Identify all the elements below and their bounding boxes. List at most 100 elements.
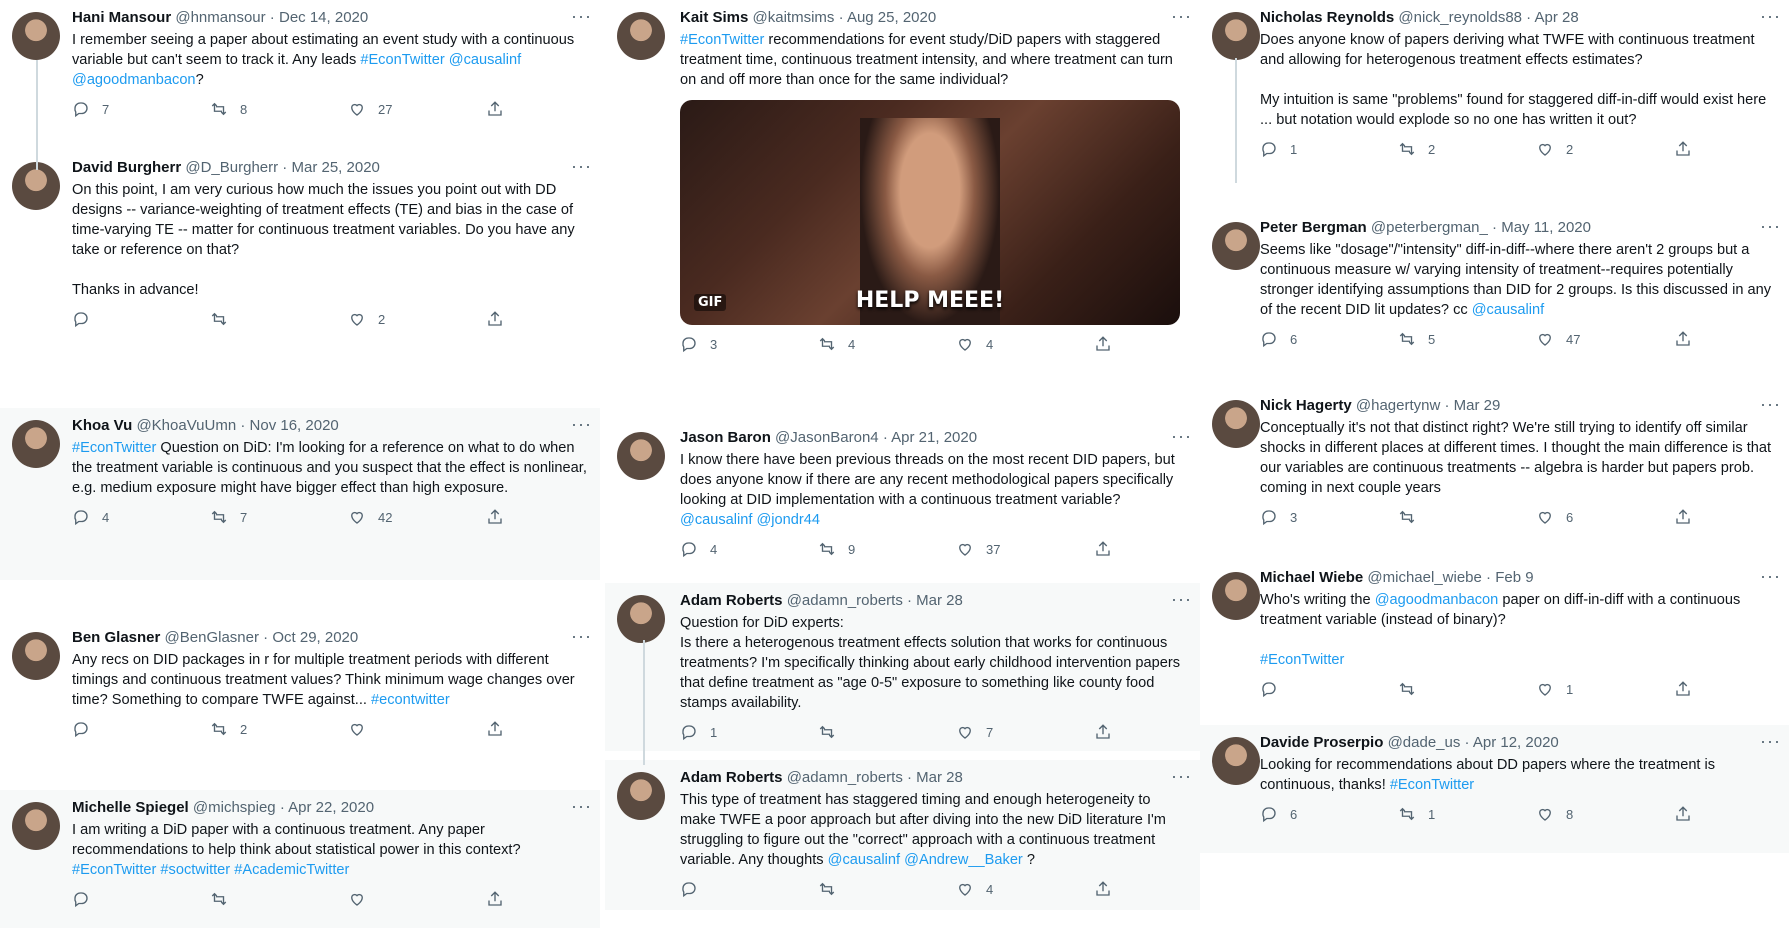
author-handle[interactable]: @michael_wiebe	[1367, 569, 1481, 586]
tweet-date[interactable]: Mar 25, 2020	[291, 159, 379, 176]
tweet-card[interactable]: Michael Wiebe @michael_wiebe · Feb 9 ··· W…	[1200, 560, 1789, 720]
author-name[interactable]: Nicholas Reynolds	[1260, 9, 1394, 26]
author-handle[interactable]: @JasonBaron4	[775, 429, 879, 446]
tweet-link[interactable]: @causalinf	[1472, 302, 1544, 318]
author-handle[interactable]: @peterbergman_	[1371, 219, 1488, 236]
share-button[interactable]	[1674, 140, 1704, 158]
author-name[interactable]: Nick Hagerty	[1260, 397, 1352, 414]
like-button[interactable]: 47	[1536, 330, 1674, 348]
like-button[interactable]	[348, 720, 486, 738]
like-button[interactable]: 7	[956, 723, 1094, 741]
avatar[interactable]	[12, 632, 60, 680]
avatar[interactable]	[617, 432, 665, 480]
avatar[interactable]	[12, 802, 60, 850]
tweet-date[interactable]: May 11, 2020	[1501, 219, 1591, 236]
more-icon[interactable]: ···	[1760, 6, 1781, 27]
like-button[interactable]: 2	[348, 310, 486, 328]
author-name[interactable]: Michael Wiebe	[1260, 569, 1363, 586]
retweet-button[interactable]	[818, 723, 956, 741]
tweet-date[interactable]: Apr 22, 2020	[288, 799, 374, 816]
like-button[interactable]: 2	[1536, 140, 1674, 158]
more-icon[interactable]: ···	[1760, 731, 1781, 752]
tweet-link[interactable]: #EconTwitter #soctwitter #AcademicTwitte…	[72, 862, 349, 878]
avatar[interactable]	[1212, 400, 1260, 448]
retweet-button[interactable]	[210, 890, 348, 908]
more-icon[interactable]: ···	[571, 6, 592, 27]
tweet-date[interactable]: Mar 28	[916, 592, 963, 609]
author-handle[interactable]: @michspieg	[193, 799, 276, 816]
tweet-date[interactable]: Apr 21, 2020	[891, 429, 977, 446]
avatar[interactable]	[617, 595, 665, 643]
reply-button[interactable]	[72, 890, 210, 908]
reply-button[interactable]: 3	[1260, 508, 1398, 526]
like-button[interactable]	[348, 890, 486, 908]
share-button[interactable]	[1094, 335, 1124, 353]
author-name[interactable]: Adam Roberts	[680, 592, 783, 609]
tweet-card[interactable]: Jason Baron @JasonBaron4 · Apr 21, 2020 ·…	[605, 420, 1200, 570]
retweet-button[interactable]: 4	[818, 335, 956, 353]
author-name[interactable]: Peter Bergman	[1260, 219, 1367, 236]
like-button[interactable]: 4	[956, 335, 1094, 353]
reply-button[interactable]	[1260, 680, 1398, 698]
tweet-card[interactable]: Khoa Vu @KhoaVuUmn · Nov 16, 2020 ··· #Eco…	[0, 408, 600, 580]
tweet-date[interactable]: Nov 16, 2020	[250, 417, 339, 434]
author-name[interactable]: Michelle Spiegel	[72, 799, 189, 816]
avatar[interactable]	[617, 772, 665, 820]
tweet-date[interactable]: Aug 25, 2020	[847, 9, 936, 26]
share-button[interactable]	[1674, 508, 1704, 526]
retweet-button[interactable]	[1398, 680, 1536, 698]
tweet-card[interactable]: Michelle Spiegel @michspieg · Apr 22, 20…	[0, 790, 600, 928]
author-handle[interactable]: @adamn_roberts	[787, 769, 903, 786]
retweet-button[interactable]	[210, 310, 348, 328]
like-button[interactable]: 27	[348, 100, 486, 118]
tweet-link[interactable]: #EconTwitter	[1260, 652, 1344, 668]
reply-button[interactable]: 7	[72, 100, 210, 118]
tweet-card[interactable]: Peter Bergman @peterbergman_ · May 11, 2…	[1200, 210, 1789, 380]
author-name[interactable]: Jason Baron	[680, 429, 771, 446]
share-button[interactable]	[1094, 540, 1124, 558]
author-name[interactable]: Ben Glasner	[72, 629, 160, 646]
tweet-link[interactable]: @jondr44	[756, 512, 820, 528]
author-handle[interactable]: @nick_reynolds88	[1398, 9, 1522, 26]
avatar[interactable]	[1212, 222, 1260, 270]
tweet-card[interactable]: Davide Proserpio @dade_us · Apr 12, 2020…	[1200, 725, 1789, 853]
tweet-link[interactable]: @causalinf	[449, 52, 521, 68]
more-icon[interactable]: ···	[571, 156, 592, 177]
retweet-button[interactable]: 9	[818, 540, 956, 558]
more-icon[interactable]: ···	[1171, 766, 1192, 787]
more-icon[interactable]: ···	[1760, 566, 1781, 587]
more-icon[interactable]: ···	[1171, 426, 1192, 447]
reply-button[interactable]: 3	[680, 335, 818, 353]
author-handle[interactable]: @BenGlasner	[165, 629, 259, 646]
tweet-media-gif[interactable]: HELP MEEE! GIF	[680, 100, 1180, 325]
reply-button[interactable]: 4	[72, 508, 210, 526]
tweet-link[interactable]: #EconTwitter	[1390, 777, 1474, 793]
reply-button[interactable]: 6	[1260, 330, 1398, 348]
avatar[interactable]	[12, 420, 60, 468]
retweet-button[interactable]: 1	[1398, 805, 1536, 823]
author-handle[interactable]: @hagertynw	[1356, 397, 1440, 414]
author-name[interactable]: Khoa Vu	[72, 417, 132, 434]
reply-button[interactable]	[72, 310, 210, 328]
tweet-card[interactable]: David Burgherr @D_Burgherr · Mar 25, 202…	[0, 150, 600, 355]
tweet-link[interactable]: @causalinf	[828, 852, 900, 868]
author-name[interactable]: David Burgherr	[72, 159, 181, 176]
avatar[interactable]	[1212, 12, 1260, 60]
more-icon[interactable]: ···	[1760, 216, 1781, 237]
retweet-button[interactable]: 2	[1398, 140, 1536, 158]
reply-button[interactable]: 1	[1260, 140, 1398, 158]
retweet-button[interactable]	[1398, 508, 1536, 526]
tweet-date[interactable]: Mar 29	[1454, 397, 1501, 414]
tweet-card[interactable]: Kait Sims @kaitmsims · Aug 25, 2020 ··· #E…	[605, 0, 1200, 368]
share-button[interactable]	[1674, 805, 1704, 823]
share-button[interactable]	[486, 100, 516, 118]
more-icon[interactable]: ···	[571, 626, 592, 647]
retweet-button[interactable]: 7	[210, 508, 348, 526]
tweet-card[interactable]: Nicholas Reynolds @nick_reynolds88 · Apr…	[1200, 0, 1789, 198]
reply-button[interactable]: 1	[680, 723, 818, 741]
retweet-button[interactable]	[818, 880, 956, 898]
tweet-link[interactable]: @Andrew__Baker	[904, 852, 1023, 868]
share-button[interactable]	[486, 508, 516, 526]
like-button[interactable]: 1	[1536, 680, 1674, 698]
reply-button[interactable]: 4	[680, 540, 818, 558]
